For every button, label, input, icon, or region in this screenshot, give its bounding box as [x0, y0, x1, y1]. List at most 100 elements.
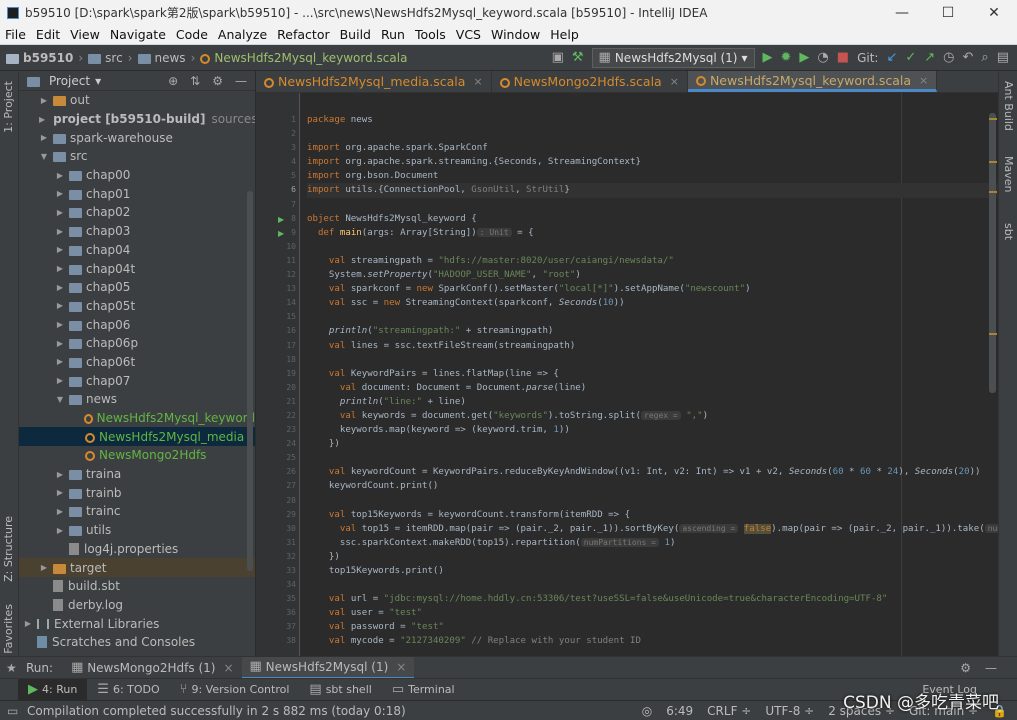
collapsed-arrow-icon[interactable]: ▶	[55, 357, 65, 366]
code-line[interactable]: 31 ssc.sparkContext.makeRDD(top15).repar…	[286, 536, 998, 550]
hide-icon[interactable]: —	[235, 74, 247, 88]
collapse-all-icon[interactable]: ⇅	[190, 74, 200, 88]
tree-item[interactable]: ▶ chap00	[19, 166, 255, 185]
tree-item[interactable]: ▶ utils	[19, 521, 255, 540]
code-line[interactable]: 3 import org.apache.spark.SparkConf	[291, 141, 998, 155]
expanded-arrow-icon[interactable]: ▼	[39, 152, 49, 161]
code-line[interactable]: 15	[286, 310, 998, 324]
tree-item[interactable]: ▶ chap02	[19, 203, 255, 222]
git-push-icon[interactable]: ↗	[924, 50, 935, 65]
menu-navigate[interactable]: Navigate	[105, 27, 171, 42]
code-line[interactable]: 37 val password = "test"	[286, 620, 998, 634]
code-line[interactable]: 30 val top15 = itemRDD.map(pair => (pair…	[286, 522, 998, 536]
code-line[interactable]: 11 val streamingpath = "hdfs://master:80…	[286, 254, 998, 268]
code-line[interactable]: 2	[291, 127, 998, 141]
code-line[interactable]: 10	[286, 240, 998, 254]
editor-tab[interactable]: NewsMongo2Hdfs.scala ×	[492, 71, 688, 92]
collapsed-arrow-icon[interactable]: ▶	[55, 376, 65, 385]
code-editor[interactable]: ▶ ▶ 1 package news 2 3 import org.apache.spa…	[256, 93, 998, 656]
chevron-down-icon[interactable]: ▾	[95, 74, 101, 88]
status-toggle-icon[interactable]: ▭	[7, 704, 18, 718]
project-scrollbar[interactable]	[247, 191, 253, 571]
code-line[interactable]: 35 val url = "jdbc:mysql://home.hddly.cn…	[286, 592, 998, 606]
menu-code[interactable]: Code	[171, 27, 213, 42]
ant-build-tool-tab[interactable]: Ant Build	[1002, 81, 1015, 131]
tree-item[interactable]: NewsMongo2Hdfs	[19, 446, 255, 465]
tree-item[interactable]: ▶ chap01	[19, 184, 255, 203]
tree-item[interactable]: ▼ news	[19, 390, 255, 409]
tree-item[interactable]: ▶ chap07	[19, 371, 255, 390]
build-hammer-icon[interactable]: ⚒	[572, 50, 584, 65]
close-button[interactable]: ✕	[971, 5, 1017, 21]
collapsed-arrow-icon[interactable]: ▶	[55, 245, 65, 254]
code-line[interactable]: 8 object NewsHdfs2Mysql_keyword {	[291, 212, 998, 226]
menu-refactor[interactable]: Refactor	[272, 27, 334, 42]
code-line[interactable]: 23 keywords.map(keyword => (keyword.trim…	[286, 423, 998, 437]
collapsed-arrow-icon[interactable]: ▶	[39, 563, 49, 572]
rollback-icon[interactable]: ↶	[963, 50, 974, 65]
tasks-icon[interactable]: ▤	[997, 50, 1009, 65]
tool-tab-run[interactable]: ▶ 4: Run	[18, 678, 88, 701]
expanded-arrow-icon[interactable]: ▼	[55, 395, 65, 404]
breadcrumb-file[interactable]: NewsHdfs2Mysql_keyword.scala	[214, 51, 407, 65]
breadcrumb-news[interactable]: news	[155, 51, 186, 65]
code-line[interactable]: 24 })	[286, 437, 998, 451]
tree-item[interactable]: ▶ chap04	[19, 241, 255, 260]
menu-help[interactable]: Help	[545, 27, 584, 42]
collapsed-arrow-icon[interactable]: ▶	[55, 283, 65, 292]
editor-tab[interactable]: NewsHdfs2Mysql_media.scala ×	[256, 71, 492, 92]
tree-item[interactable]: NewsHdfs2Mysql_media	[19, 427, 255, 447]
collapsed-arrow-icon[interactable]: ▶	[39, 115, 45, 124]
editor-tab[interactable]: NewsHdfs2Mysql_keyword.scala ×	[687, 71, 938, 92]
collapsed-arrow-icon[interactable]: ▶	[55, 526, 65, 535]
code-line[interactable]: 14 val ssc = new StreamingContext(sparkc…	[286, 296, 998, 310]
hide-icon[interactable]: —	[985, 661, 997, 675]
menu-tools[interactable]: Tools	[410, 27, 451, 42]
history-icon[interactable]: ◷	[943, 50, 954, 65]
menu-run[interactable]: Run	[376, 27, 410, 42]
code-line[interactable]: 25	[286, 451, 998, 465]
line-separator[interactable]: CRLF ÷	[707, 704, 751, 718]
code-line[interactable]: 12 System.setProperty("HADOOP_USER_NAME"…	[286, 268, 998, 282]
code-line[interactable]: 19 val KeywordPairs = lines.flatMap(line…	[286, 367, 998, 381]
coverage-icon[interactable]: ▶	[799, 50, 809, 65]
profile-icon[interactable]: ◔	[817, 50, 828, 65]
collapsed-arrow-icon[interactable]: ▶	[55, 227, 65, 236]
tree-item[interactable]: log4j.properties	[19, 540, 255, 559]
menu-vcs[interactable]: VCS	[451, 27, 486, 42]
tree-item[interactable]: ▶ chap05t	[19, 297, 255, 316]
code-line[interactable]: 4 import org.apache.spark.streaming.{Seco…	[291, 155, 998, 169]
sbt-tool-tab[interactable]: sbt	[1002, 223, 1015, 240]
code-line[interactable]: 33 top15Keywords.print()	[286, 564, 998, 578]
maximize-button[interactable]: ☐	[925, 5, 971, 21]
layout-icon[interactable]: ▣	[552, 50, 564, 65]
collapsed-arrow-icon[interactable]: ▶	[55, 320, 65, 329]
tree-item[interactable]: ▶ External Libraries	[19, 614, 255, 633]
tree-item[interactable]: ▶ trainb	[19, 483, 255, 502]
code-line[interactable]: 6 import utils.{ConnectionPool, GsonUtil,…	[291, 183, 998, 198]
tree-item[interactable]: ▶ chap06p	[19, 334, 255, 353]
tool-tab-sbt-shell[interactable]: ▤ sbt shell	[299, 679, 381, 701]
tree-item[interactable]: Scratches and Consoles	[19, 633, 255, 652]
run-icon[interactable]: ▶	[763, 50, 773, 65]
tool-tab-version-control[interactable]: ⑂ 9: Version Control	[170, 679, 300, 701]
menu-view[interactable]: View	[65, 27, 105, 42]
warning-marker[interactable]	[989, 161, 997, 163]
code-area[interactable]: 1 package news 2 3 import org.apache.spark.S…	[286, 113, 998, 649]
code-line[interactable]: 7	[291, 198, 998, 212]
collapsed-arrow-icon[interactable]: ▶	[23, 619, 33, 628]
warning-marker[interactable]	[989, 191, 997, 193]
locate-icon[interactable]: ⊕	[168, 74, 178, 88]
warning-marker[interactable]	[989, 118, 997, 120]
tree-item[interactable]: ▶ trainc	[19, 502, 255, 521]
code-line[interactable]: 1 package news	[291, 113, 998, 127]
tree-item[interactable]: ▶ project [b59510-build] sources roo	[19, 110, 255, 129]
tree-item[interactable]: ▶ spark-warehouse	[19, 128, 255, 147]
stop-icon[interactable]: ■	[837, 50, 849, 65]
code-line[interactable]: 34	[286, 578, 998, 592]
code-line[interactable]: 17 val lines = ssc.textFileStream(stream…	[286, 339, 998, 353]
collapsed-arrow-icon[interactable]: ▶	[55, 171, 65, 180]
tree-item[interactable]: ▶ out	[19, 91, 255, 110]
tree-item[interactable]: derby.log	[19, 596, 255, 615]
code-line[interactable]: 20 val document: Document = Document.par…	[286, 381, 998, 395]
